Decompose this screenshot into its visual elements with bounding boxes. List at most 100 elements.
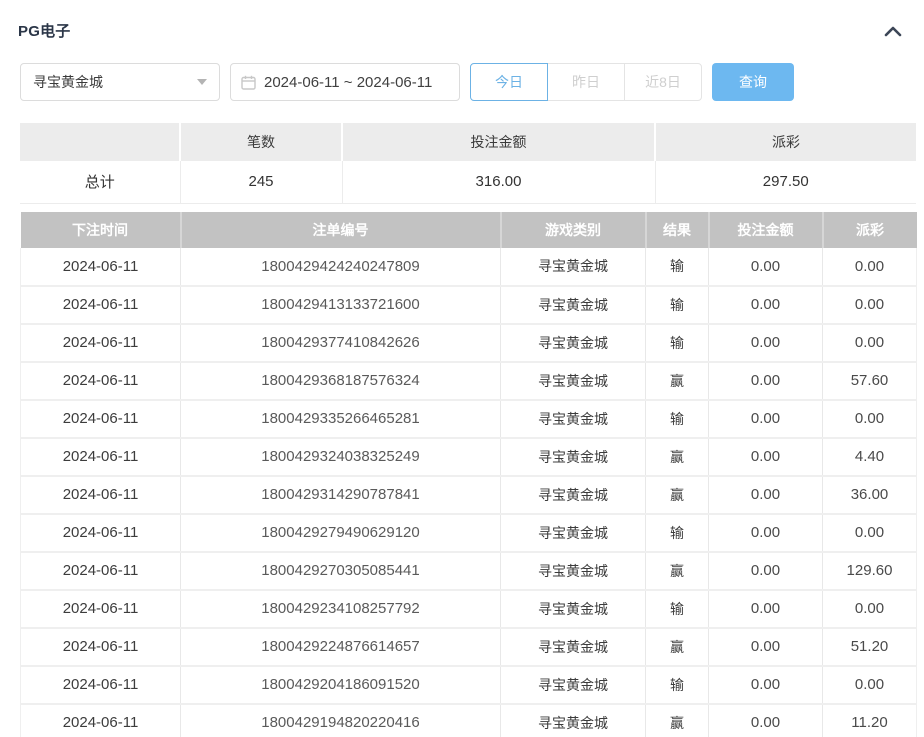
cell-result: 赢 xyxy=(646,628,709,666)
bet-table-header-row: 下注时间 注单编号 游戏类别 结果 投注金额 派彩 xyxy=(21,212,917,248)
cell-result: 输 xyxy=(646,514,709,552)
cell-order_no: 1800429413133721600 xyxy=(181,286,501,324)
table-row: 2024-06-111800429279490629120寻宝黄金城输0.000… xyxy=(21,514,917,552)
cell-payout: 36.00 xyxy=(823,476,917,514)
cell-payout: 0.00 xyxy=(823,324,917,362)
table-row: 2024-06-111800429335266465281寻宝黄金城输0.000… xyxy=(21,400,917,438)
table-row: 2024-06-111800429314290787841寻宝黄金城赢0.003… xyxy=(21,476,917,514)
table-row: 2024-06-111800429324038325249寻宝黄金城赢0.004… xyxy=(21,438,917,476)
game-select[interactable]: 寻宝黄金城 xyxy=(20,63,220,101)
range-button-yesterday[interactable]: 昨日 xyxy=(547,63,625,101)
header-bet-time: 下注时间 xyxy=(21,212,181,248)
table-row: 2024-06-111800429368187576324寻宝黄金城赢0.005… xyxy=(21,362,917,400)
cell-bet: 0.00 xyxy=(709,552,823,590)
query-button[interactable]: 查询 xyxy=(712,63,794,101)
cell-bet: 0.00 xyxy=(709,438,823,476)
cell-time: 2024-06-11 xyxy=(21,704,181,737)
cell-game: 寻宝黄金城 xyxy=(501,438,646,476)
summary-header-blank xyxy=(20,123,180,161)
cell-bet: 0.00 xyxy=(709,286,823,324)
cell-bet: 0.00 xyxy=(709,476,823,514)
cell-result: 赢 xyxy=(646,362,709,400)
cell-time: 2024-06-11 xyxy=(21,666,181,704)
range-button-last8days[interactable]: 近8日 xyxy=(624,63,702,101)
bet-table-body: 2024-06-111800429424240247809寻宝黄金城输0.000… xyxy=(21,248,917,737)
cell-time: 2024-06-11 xyxy=(21,438,181,476)
filter-bar: 寻宝黄金城 2024-06-11 ~ 2024-06-11 今日 昨日 近8日 … xyxy=(20,63,924,101)
cell-payout: 0.00 xyxy=(823,590,917,628)
header-result: 结果 xyxy=(646,212,709,248)
cell-payout: 0.00 xyxy=(823,666,917,704)
cell-result: 输 xyxy=(646,248,709,286)
cell-result: 输 xyxy=(646,286,709,324)
caret-down-icon xyxy=(197,79,207,85)
cell-bet: 0.00 xyxy=(709,324,823,362)
cell-payout: 0.00 xyxy=(823,400,917,438)
cell-time: 2024-06-11 xyxy=(21,514,181,552)
calendar-icon xyxy=(241,75,256,90)
header-bet-amount: 投注金额 xyxy=(709,212,823,248)
cell-time: 2024-06-11 xyxy=(21,362,181,400)
cell-payout: 11.20 xyxy=(823,704,917,737)
cell-game: 寻宝黄金城 xyxy=(501,362,646,400)
cell-bet: 0.00 xyxy=(709,704,823,737)
game-select-value: 寻宝黄金城 xyxy=(33,72,103,92)
cell-game: 寻宝黄金城 xyxy=(501,476,646,514)
cell-bet: 0.00 xyxy=(709,628,823,666)
cell-payout: 57.60 xyxy=(823,362,917,400)
cell-game: 寻宝黄金城 xyxy=(501,704,646,737)
cell-result: 输 xyxy=(646,590,709,628)
cell-game: 寻宝黄金城 xyxy=(501,590,646,628)
cell-result: 赢 xyxy=(646,438,709,476)
cell-order_no: 1800429270305085441 xyxy=(181,552,501,590)
summary-total-payout: 297.50 xyxy=(655,161,916,203)
bet-table: 下注时间 注单编号 游戏类别 结果 投注金额 派彩 2024-06-111800… xyxy=(20,212,917,737)
table-row: 2024-06-111800429224876614657寻宝黄金城赢0.005… xyxy=(21,628,917,666)
cell-time: 2024-06-11 xyxy=(21,628,181,666)
cell-result: 赢 xyxy=(646,704,709,737)
cell-time: 2024-06-11 xyxy=(21,400,181,438)
cell-order_no: 1800429368187576324 xyxy=(181,362,501,400)
cell-game: 寻宝黄金城 xyxy=(501,248,646,286)
table-row: 2024-06-111800429270305085441寻宝黄金城赢0.001… xyxy=(21,552,917,590)
cell-payout: 4.40 xyxy=(823,438,917,476)
cell-payout: 51.20 xyxy=(823,628,917,666)
date-range-value: 2024-06-11 ~ 2024-06-11 xyxy=(264,74,432,91)
table-row: 2024-06-111800429424240247809寻宝黄金城输0.000… xyxy=(21,248,917,286)
panel-title: PG电子 xyxy=(18,20,70,41)
cell-result: 输 xyxy=(646,666,709,704)
cell-order_no: 1800429234108257792 xyxy=(181,590,501,628)
cell-time: 2024-06-11 xyxy=(21,248,181,286)
cell-result: 赢 xyxy=(646,476,709,514)
cell-game: 寻宝黄金城 xyxy=(501,324,646,362)
cell-time: 2024-06-11 xyxy=(21,590,181,628)
summary-table: 笔数 投注金额 派彩 总计 245 316.00 297.50 xyxy=(20,123,916,204)
cell-payout: 129.60 xyxy=(823,552,917,590)
header-payout: 派彩 xyxy=(823,212,917,248)
summary-total-bet-amount: 316.00 xyxy=(342,161,655,203)
summary-total-row: 总计 245 316.00 297.50 xyxy=(20,161,916,203)
collapse-button[interactable] xyxy=(882,22,904,40)
summary-header-bet-amount: 投注金额 xyxy=(342,123,655,161)
cell-bet: 0.00 xyxy=(709,590,823,628)
cell-time: 2024-06-11 xyxy=(21,324,181,362)
cell-game: 寻宝黄金城 xyxy=(501,286,646,324)
cell-time: 2024-06-11 xyxy=(21,286,181,324)
cell-order_no: 1800429324038325249 xyxy=(181,438,501,476)
chevron-up-icon xyxy=(884,25,902,37)
cell-time: 2024-06-11 xyxy=(21,552,181,590)
panel-header: PG电子 xyxy=(0,0,924,41)
cell-bet: 0.00 xyxy=(709,400,823,438)
summary-header-payout: 派彩 xyxy=(655,123,916,161)
cell-order_no: 1800429224876614657 xyxy=(181,628,501,666)
cell-game: 寻宝黄金城 xyxy=(501,514,646,552)
cell-order_no: 1800429424240247809 xyxy=(181,248,501,286)
cell-order_no: 1800429377410842626 xyxy=(181,324,501,362)
date-range-input[interactable]: 2024-06-11 ~ 2024-06-11 xyxy=(230,63,460,101)
cell-payout: 0.00 xyxy=(823,248,917,286)
cell-order_no: 1800429194820220416 xyxy=(181,704,501,737)
table-row: 2024-06-111800429377410842626寻宝黄金城输0.000… xyxy=(21,324,917,362)
cell-game: 寻宝黄金城 xyxy=(501,666,646,704)
range-button-today[interactable]: 今日 xyxy=(470,63,548,101)
table-row: 2024-06-111800429204186091520寻宝黄金城输0.000… xyxy=(21,666,917,704)
